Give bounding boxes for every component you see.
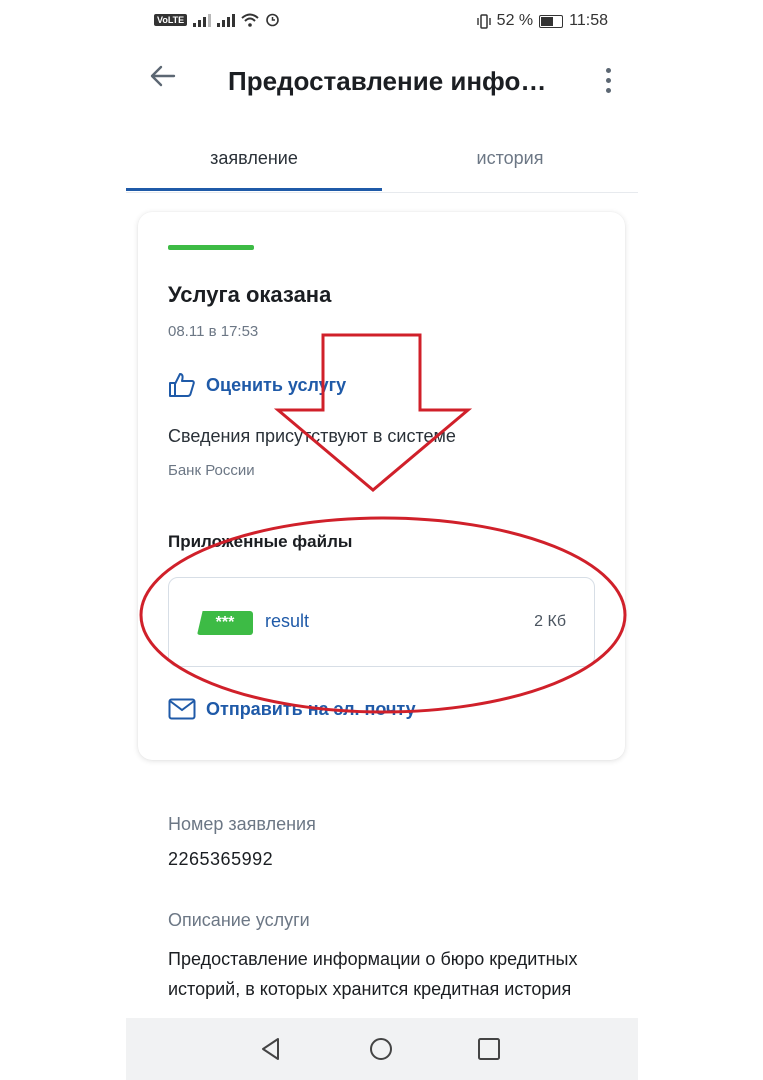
- attached-file[interactable]: *** result 2 Кб: [168, 577, 595, 667]
- file-size: 2 Кб: [534, 613, 566, 630]
- more-menu-button[interactable]: [606, 68, 612, 98]
- page-title: Предоставление информации о бюро кредитн…: [228, 66, 558, 96]
- rate-service-label: Оценить услугу: [206, 374, 347, 395]
- nav-home-icon[interactable]: [368, 1036, 394, 1062]
- clock: 11:58: [569, 12, 608, 29]
- phone-screen: VoLTE 52 % 11:58 Предоставление информац…: [126, 0, 638, 1080]
- file-name: result: [265, 611, 310, 631]
- volte-icon: VoLTE: [154, 13, 188, 26]
- vibrate-icon: [476, 13, 491, 29]
- arrow-left-icon: [150, 65, 176, 87]
- wifi-icon: [241, 13, 259, 27]
- send-email-link[interactable]: Отправить на эл. почту: [168, 698, 416, 720]
- file-type-badge: ***: [197, 611, 253, 635]
- organization-name: Банк России: [168, 462, 255, 479]
- application-number-value: 2265365992: [168, 849, 274, 869]
- rate-service-link[interactable]: Оценить услугу: [168, 372, 346, 398]
- status-progress-bar: [168, 245, 254, 250]
- battery-icon: [539, 14, 564, 28]
- back-button[interactable]: [148, 64, 176, 94]
- attached-files-heading: Приложенные файлы: [168, 532, 353, 551]
- send-email-label: Отправить на эл. почту: [206, 698, 416, 719]
- status-card: Услуга оказана 08.11 в 17:53 Оценить усл…: [138, 212, 625, 760]
- result-info-text: Сведения присутствуют в системе: [168, 426, 456, 446]
- tab-bar: заявление история: [126, 140, 638, 193]
- mail-icon: [168, 698, 196, 720]
- tab-application[interactable]: заявление: [126, 148, 382, 169]
- active-tab-indicator: [126, 188, 382, 191]
- service-description-label: Описание услуги: [168, 910, 310, 930]
- nav-back-icon[interactable]: [258, 1036, 284, 1062]
- status-date: 08.11 в 17:53: [168, 323, 259, 340]
- battery-percent: 52 %: [496, 12, 534, 29]
- signal-icon: [193, 13, 212, 27]
- more-vertical-icon: [606, 68, 612, 93]
- status-bar: VoLTE 52 % 11:58: [126, 0, 638, 44]
- service-description-value: Предоставление информации о бюро кредитн…: [168, 949, 578, 999]
- thumbs-up-icon: [169, 373, 195, 397]
- signal-icon-2: [217, 13, 236, 27]
- tab-history[interactable]: история: [382, 148, 638, 169]
- status-title: Услуга оказана: [168, 282, 332, 307]
- nav-recents-icon[interactable]: [476, 1036, 502, 1062]
- application-number-label: Номер заявления: [168, 814, 316, 834]
- system-nav-bar: [126, 1018, 638, 1080]
- app-header: Предоставление информации о бюро кредитн…: [126, 50, 638, 114]
- alarm-icon: [266, 13, 279, 27]
